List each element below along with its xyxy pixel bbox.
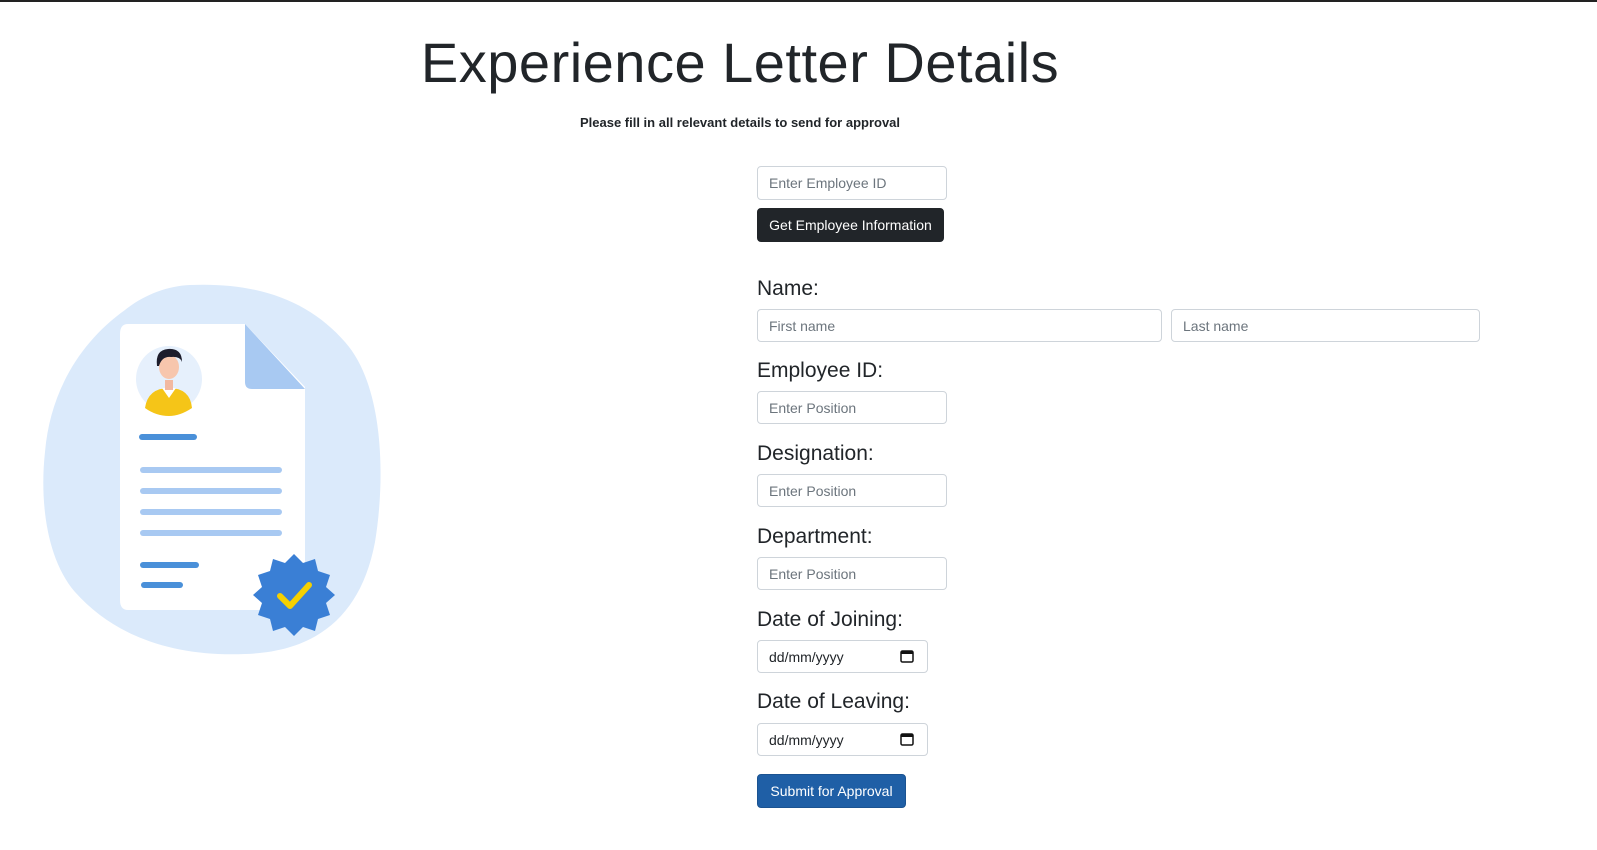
last-name-input[interactable] <box>1171 309 1480 342</box>
page-title: Experience Letter Details <box>420 31 1060 94</box>
calendar-icon[interactable] <box>900 649 914 663</box>
get-employee-information-button[interactable]: Get Employee Information <box>757 208 944 242</box>
date-of-joining-value: dd/mm/yyyy <box>769 649 844 665</box>
date-of-leaving-input[interactable]: dd/mm/yyyy <box>757 723 928 756</box>
doc-line <box>140 530 282 536</box>
doc-line <box>140 467 282 473</box>
designation-label: Designation: <box>757 442 874 465</box>
doc-line <box>140 562 199 568</box>
department-label: Department: <box>757 525 873 548</box>
date-of-joining-label: Date of Joining: <box>757 608 903 631</box>
top-border <box>0 0 1597 2</box>
name-label: Name: <box>757 277 819 300</box>
date-of-leaving-value: dd/mm/yyyy <box>769 732 844 748</box>
designation-input[interactable] <box>757 474 947 507</box>
department-input[interactable] <box>757 557 947 590</box>
employee-id-lookup-input[interactable] <box>757 166 947 200</box>
employee-id-label: Employee ID: <box>757 359 884 382</box>
submit-for-approval-button[interactable]: Submit for Approval <box>757 774 906 808</box>
date-of-leaving-label: Date of Leaving: <box>757 690 910 713</box>
page-subtitle: Please fill in all relevant details to s… <box>579 115 901 130</box>
doc-line <box>140 488 282 494</box>
calendar-icon[interactable] <box>900 732 914 746</box>
doc-line <box>141 582 183 588</box>
doc-line <box>140 509 282 515</box>
employee-id-input[interactable] <box>757 391 947 424</box>
date-of-joining-input[interactable]: dd/mm/yyyy <box>757 640 928 673</box>
doc-line <box>139 434 197 440</box>
document-certificate-illustration <box>43 284 381 655</box>
first-name-input[interactable] <box>757 309 1162 342</box>
